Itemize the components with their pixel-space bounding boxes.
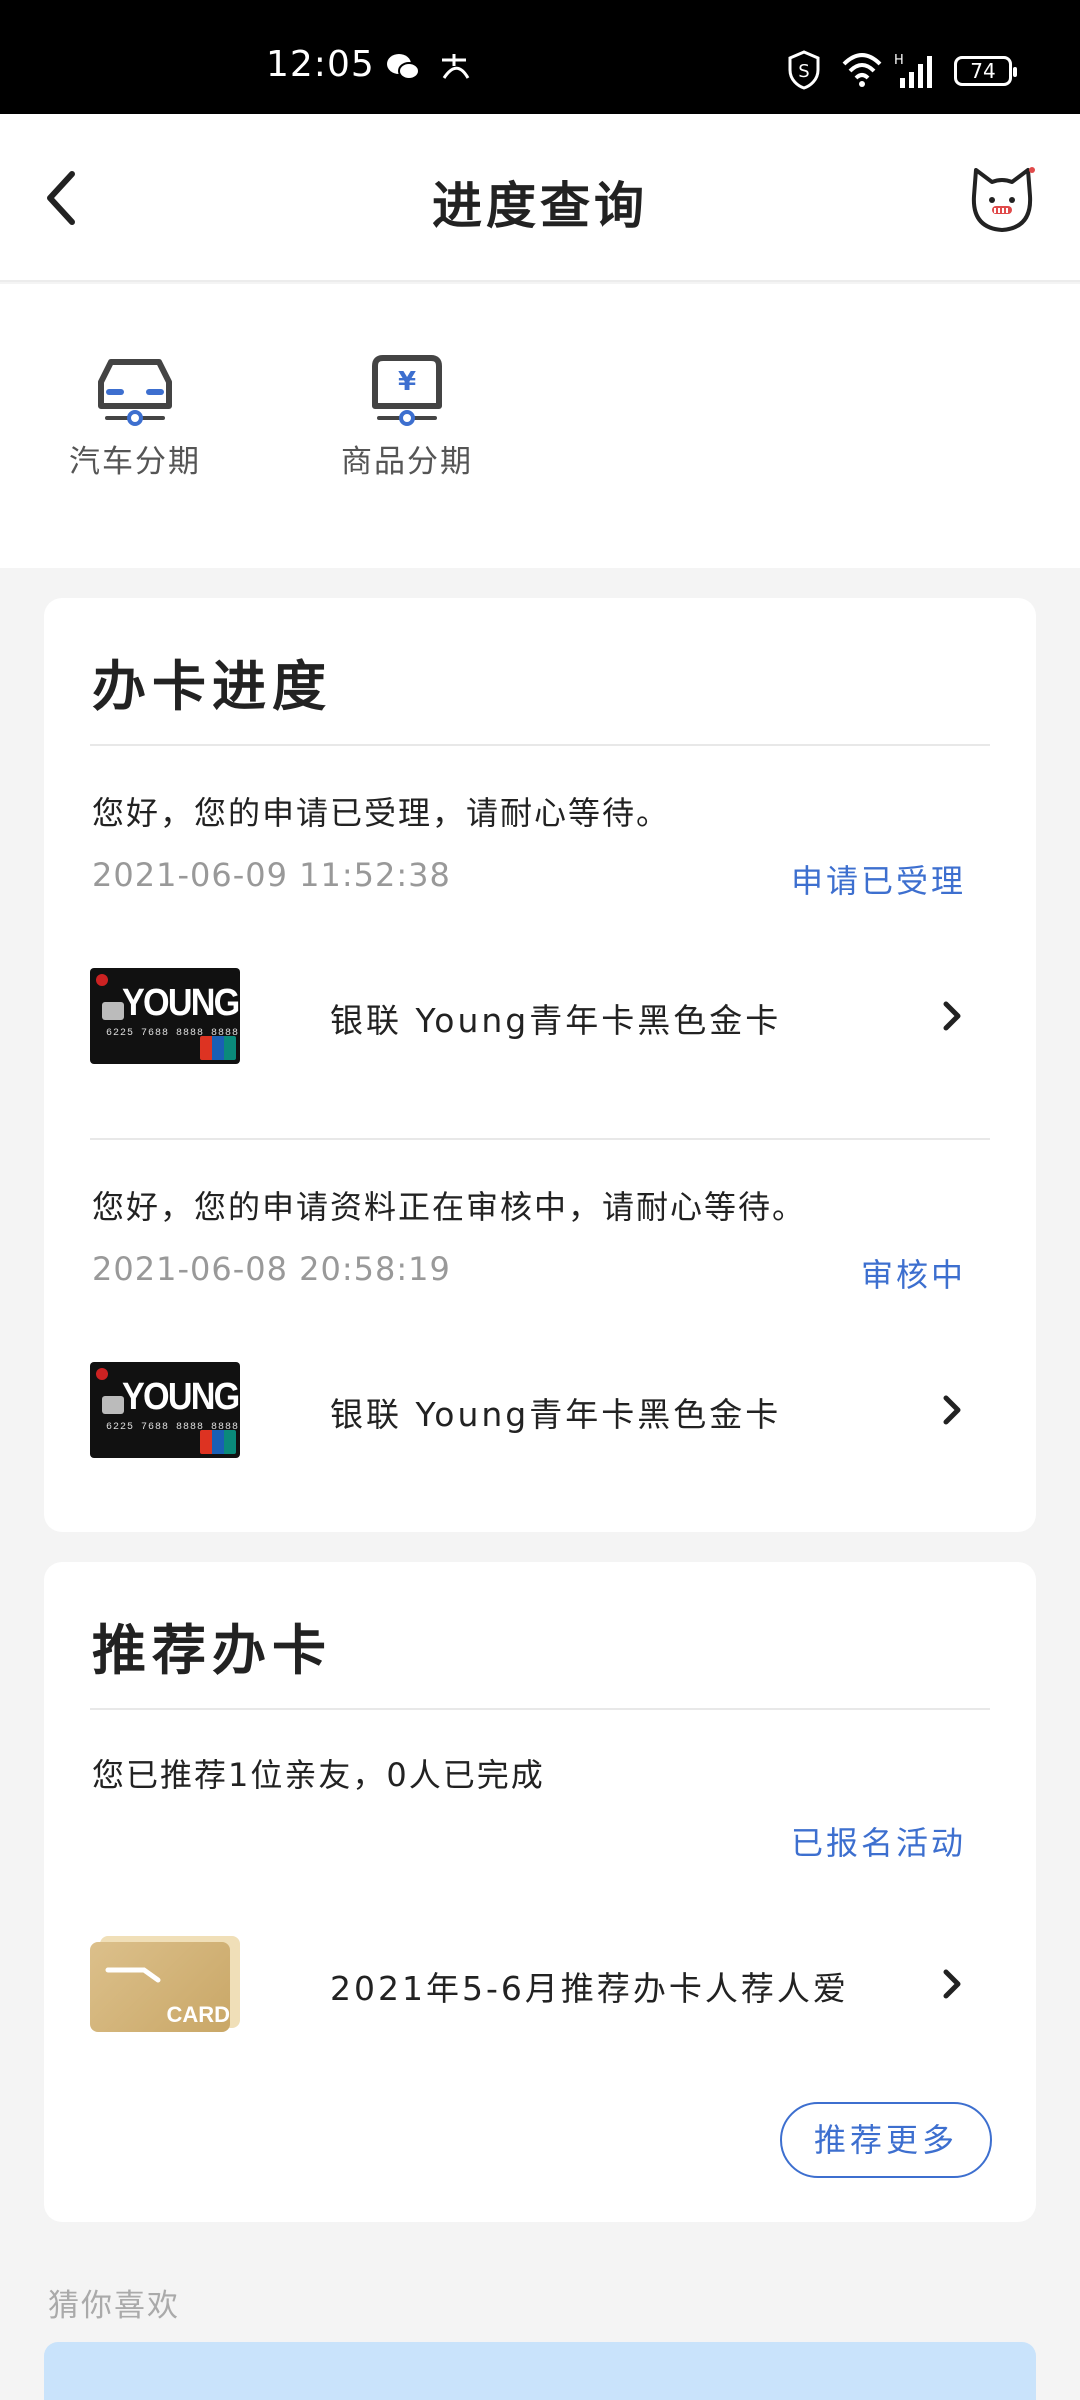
- progress-message: 您好，您的申请已受理，请耐心等待。: [92, 794, 671, 832]
- activity-thumbnail: CARD: [90, 1936, 240, 2032]
- recommend-card: 推荐办卡 您已推荐1位亲友，0人已完成 已报名活动 CARD 2021年5-6月…: [44, 1562, 1036, 2222]
- shopping-cart-yen-icon: ¥: [372, 355, 442, 426]
- card-thumbnail: YOUNG 6225 7688 8888 8888: [90, 1362, 240, 1458]
- signal-icon: H: [894, 53, 932, 88]
- divider: [90, 1708, 990, 1710]
- card-label: CARD: [166, 2002, 230, 2027]
- chevron-right-icon: [943, 1969, 961, 1999]
- battery-indicator: 74: [954, 56, 1017, 86]
- progress-timestamp: 2021-06-09 11:52:38: [92, 856, 451, 894]
- nav-header: 进度查询: [0, 114, 1080, 282]
- alipay-icon: [442, 54, 470, 79]
- status-time: 12:05: [266, 44, 375, 85]
- divider: [90, 1138, 990, 1140]
- chevron-right-icon: [943, 1001, 961, 1031]
- shortcut-bar: 汽车分期 ¥ 商品分期: [0, 284, 1080, 568]
- unionpay-logo-icon: [200, 1430, 236, 1454]
- shortcut-car-installment[interactable]: 汽车分期: [50, 348, 220, 481]
- cat-mascot-icon[interactable]: [966, 166, 1038, 234]
- progress-timestamp: 2021-06-08 20:58:19: [92, 1250, 451, 1288]
- recommend-title: 推荐办卡: [92, 1619, 332, 1682]
- product-row[interactable]: YOUNG 6225 7688 8888 8888 银联 Young青年卡黑色金…: [90, 1358, 990, 1458]
- chip-icon: [102, 1002, 124, 1020]
- bank-logo-icon: [96, 974, 108, 986]
- activity-name: 2021年5-6月推荐办卡人荐人爱: [330, 1969, 849, 2008]
- activity-row[interactable]: CARD 2021年5-6月推荐办卡人荐人爱: [90, 1932, 990, 2032]
- chip-icon: [102, 1396, 124, 1414]
- security-shield-icon: S: [788, 50, 820, 90]
- swipe-arrow-icon: [105, 1967, 161, 1983]
- shortcut-goods-installment[interactable]: ¥ 商品分期: [322, 348, 492, 481]
- divider: [90, 744, 990, 746]
- recommend-more-button[interactable]: 推荐更多: [780, 2102, 992, 2178]
- recommend-summary: 您已推荐1位亲友，0人已完成: [92, 1756, 545, 1794]
- svg-text:H: H: [894, 53, 904, 68]
- page-title: 进度查询: [432, 177, 648, 235]
- car-icon: [98, 359, 172, 426]
- bank-logo-icon: [96, 1368, 108, 1380]
- card-brand-text: YOUNG: [122, 1376, 240, 1418]
- card-brand-text: YOUNG: [122, 982, 240, 1024]
- wechat-icon: [387, 54, 420, 80]
- product-name: 银联 Young青年卡黑色金卡: [330, 1001, 782, 1040]
- progress-status: 申请已受理: [790, 862, 966, 900]
- product-name: 银联 Young青年卡黑色金卡: [330, 1395, 782, 1434]
- progress-status: 审核中: [860, 1256, 966, 1294]
- progress-message: 您好，您的申请资料正在审核中，请耐心等待。: [92, 1188, 807, 1226]
- product-row[interactable]: YOUNG 6225 7688 8888 8888 银联 Young青年卡黑色金…: [90, 964, 990, 1064]
- progress-title: 办卡进度: [92, 655, 332, 718]
- card-thumbnail: YOUNG 6225 7688 8888 8888: [90, 968, 240, 1064]
- recommend-status[interactable]: 已报名活动: [791, 1818, 966, 1864]
- wifi-icon: [842, 53, 882, 87]
- status-bar: 12:05 S H 74: [0, 0, 1080, 114]
- svg-text:S: S: [798, 61, 809, 82]
- shortcut-label: 商品分期: [341, 444, 473, 480]
- unionpay-logo-icon: [200, 1036, 236, 1060]
- shortcut-label: 汽车分期: [69, 444, 201, 480]
- recommendation-banner[interactable]: [44, 2342, 1036, 2400]
- chevron-right-icon: [943, 1395, 961, 1425]
- svg-text:¥: ¥: [398, 367, 416, 397]
- progress-card: 办卡进度 您好，您的申请已受理，请耐心等待。 2021-06-09 11:52:…: [44, 598, 1036, 1532]
- guess-you-like-title: 猜你喜欢: [48, 2288, 180, 2324]
